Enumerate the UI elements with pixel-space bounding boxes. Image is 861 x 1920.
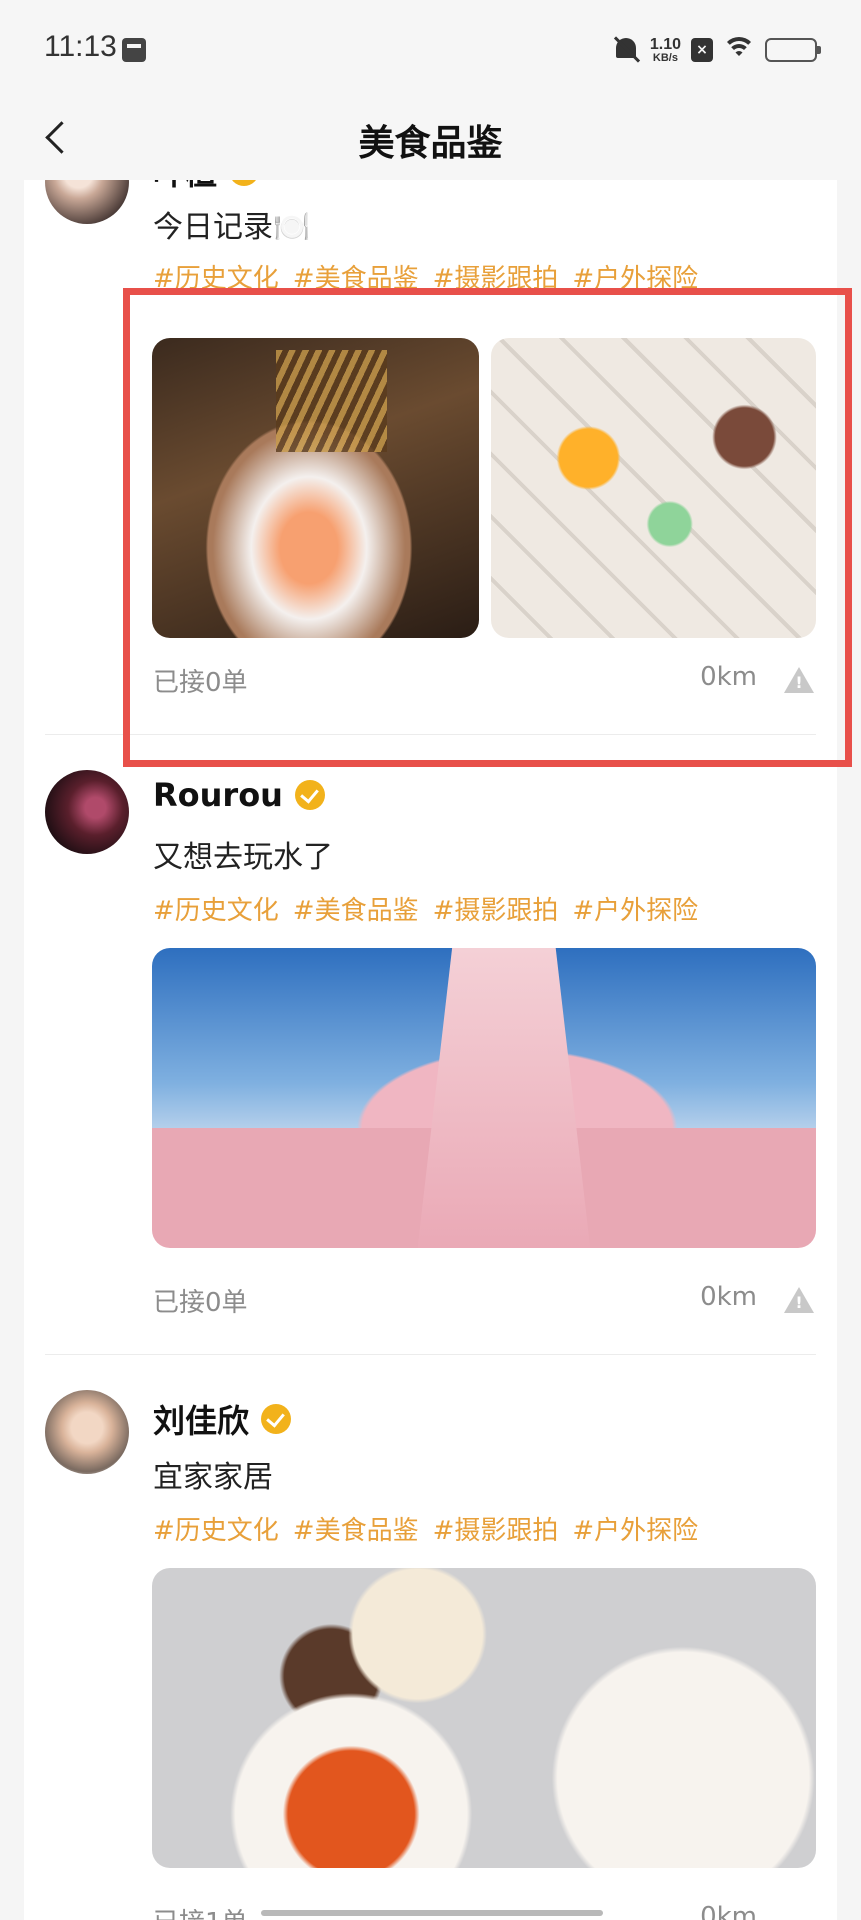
post-item[interactable]: 刘佳欣 宜家家居 #历史文化 #美食品鉴 #摄影跟拍 #户外探险 已接1单 0k… bbox=[24, 1390, 837, 1920]
tag[interactable]: #户外探险 bbox=[572, 1510, 698, 1547]
tag[interactable]: #美食品鉴 bbox=[293, 1510, 419, 1547]
verified-icon bbox=[261, 1404, 292, 1434]
tag[interactable]: #历史文化 bbox=[153, 890, 279, 927]
bell-off-icon bbox=[612, 36, 640, 64]
username[interactable]: Rourou bbox=[153, 776, 283, 814]
accepted-orders: 已接0单 bbox=[153, 1288, 248, 1318]
highlight-box bbox=[123, 288, 852, 767]
battery-icon bbox=[765, 38, 821, 62]
post-image-pink-castle[interactable] bbox=[152, 948, 816, 1248]
tag[interactable]: #美食品鉴 bbox=[293, 890, 419, 927]
tag[interactable]: #摄影跟拍 bbox=[433, 1510, 559, 1547]
wifi-icon bbox=[723, 37, 755, 63]
distance: 0km bbox=[700, 1282, 757, 1312]
tag[interactable]: #户外探险 bbox=[572, 890, 698, 927]
accepted-orders: 已接1单 bbox=[153, 1902, 248, 1920]
tag[interactable]: #摄影跟拍 bbox=[433, 890, 559, 927]
avatar[interactable] bbox=[45, 770, 129, 854]
warning-report-icon[interactable] bbox=[784, 1287, 814, 1315]
distance: 0km bbox=[700, 1902, 757, 1920]
status-bar: 11:13 1.10 KB/s × bbox=[0, 0, 861, 100]
home-indicator[interactable] bbox=[261, 1910, 603, 1916]
post-item[interactable]: Rourou 又想去玩水了 #历史文化 #美食品鉴 #摄影跟拍 #户外探险 已接… bbox=[24, 770, 837, 1370]
username[interactable]: 刘佳欣 bbox=[153, 1396, 249, 1442]
storage-icon bbox=[122, 38, 146, 62]
post-text: 宜家家居 bbox=[153, 1460, 273, 1495]
status-time: 11:13 bbox=[44, 30, 117, 63]
verified-icon bbox=[294, 780, 325, 810]
page-title: 美食品鉴 bbox=[358, 123, 503, 164]
tag[interactable]: #历史文化 bbox=[153, 1510, 279, 1547]
status-icons: 1.10 KB/s × bbox=[612, 30, 821, 70]
post-image-restaurant-meal[interactable] bbox=[152, 1568, 816, 1868]
network-speed-value: 1.10 bbox=[649, 35, 681, 53]
sim-x-icon: × bbox=[691, 38, 713, 62]
post-text: 又想去玩水了 bbox=[153, 840, 333, 875]
avatar[interactable] bbox=[45, 1390, 129, 1474]
network-speed-unit: KB/s bbox=[652, 51, 678, 64]
divider bbox=[45, 1354, 816, 1355]
post-text: 今日记录🍽️ bbox=[153, 210, 311, 245]
nav-bar: 美食品鉴 bbox=[0, 100, 861, 180]
network-speed: 1.10 KB/s bbox=[649, 35, 681, 64]
